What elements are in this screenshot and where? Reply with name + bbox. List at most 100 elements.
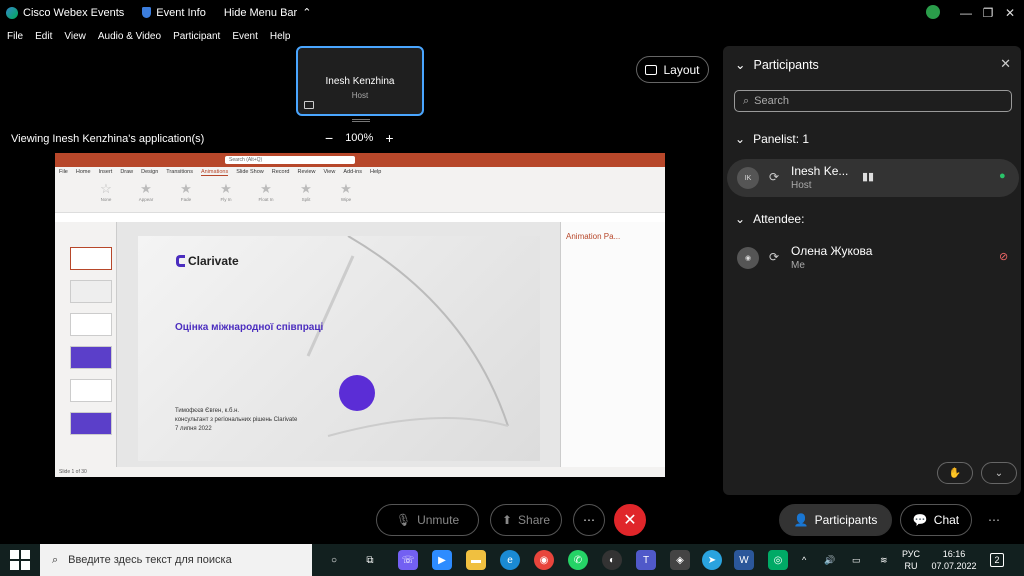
participants-panel: ⌄ Participants ✕ ⌕ Search ⌄ Panelist: 1 … bbox=[723, 46, 1021, 495]
language-indicator[interactable]: РУС RU bbox=[902, 544, 920, 576]
slide-thumbnail bbox=[70, 313, 112, 336]
ppt-animation-label: Wipe bbox=[340, 197, 352, 202]
close-window-icon[interactable]: ✕ bbox=[990, 0, 1024, 25]
participants-header: ⌄ Participants bbox=[735, 57, 819, 73]
chat-button[interactable]: 💬 Chat bbox=[900, 504, 972, 536]
event-info-button[interactable]: Event Info bbox=[142, 7, 206, 19]
slide-author: Тимофєєв Євген, к.б.н. bbox=[175, 408, 240, 414]
layout-button[interactable]: Layout bbox=[636, 56, 709, 83]
close-panel-icon[interactable]: ✕ bbox=[1000, 56, 1011, 72]
viber-icon[interactable]: ☏ bbox=[398, 550, 418, 570]
leave-button[interactable]: ✕ bbox=[614, 504, 646, 536]
chevron-down-icon: ⌄ bbox=[735, 212, 746, 226]
unmute-button[interactable]: 🎙 Unmute bbox=[376, 504, 479, 536]
whatsapp-icon[interactable]: ✆ bbox=[568, 550, 588, 570]
chevron-up-icon: ⌃ bbox=[302, 7, 312, 19]
teams-icon[interactable]: T bbox=[636, 550, 656, 570]
ppt-menu-item: Transitions bbox=[166, 169, 193, 175]
viewing-label: Viewing Inesh Kenzhina's application(s) bbox=[11, 133, 205, 145]
slide-info: Тимофєєв Євген, к.б.н. консультант з рег… bbox=[175, 407, 297, 434]
microphone-muted-icon[interactable]: ⊘ bbox=[999, 250, 1008, 263]
host-video-tile[interactable]: Inesh Kenzhina Host bbox=[296, 46, 424, 116]
participants-label: Participants bbox=[814, 513, 878, 527]
slide-author-role: консультант з регіональних рішень Clariv… bbox=[175, 417, 298, 423]
search-placeholder: Search bbox=[754, 95, 790, 107]
layout-label: Layout bbox=[663, 62, 700, 77]
windows-start-icon[interactable] bbox=[10, 550, 30, 570]
language-code: РУС bbox=[902, 549, 921, 559]
ppt-animation: ★ Wipe bbox=[335, 181, 357, 202]
tray-chevron-icon[interactable]: ^ bbox=[802, 544, 806, 576]
hide-menu-bar-button[interactable]: Hide Menu Bar ⌃ bbox=[224, 6, 312, 20]
menu-edit[interactable]: Edit bbox=[35, 31, 52, 42]
layout-icon bbox=[645, 64, 658, 75]
ppt-animation: ★ Split bbox=[295, 181, 317, 202]
sync-icon: ⟳ bbox=[769, 250, 780, 264]
menu-audio-video[interactable]: Audio & Video bbox=[98, 31, 161, 42]
ppt-menu-item: Help bbox=[370, 169, 382, 175]
task-view-icon[interactable]: ⧉ bbox=[360, 550, 380, 570]
menu-view[interactable]: View bbox=[64, 31, 86, 42]
more-options-icon[interactable]: ⋯ bbox=[982, 504, 1006, 536]
app-icon[interactable]: ◈ bbox=[670, 550, 690, 570]
menu-file[interactable]: File bbox=[7, 31, 23, 42]
notifications-icon[interactable]: 2 bbox=[990, 544, 1004, 576]
zoom-icon[interactable]: ▶ bbox=[432, 550, 452, 570]
edge-icon[interactable]: e bbox=[500, 550, 520, 570]
taskbar-search-placeholder: Введите здесь текст для поиска bbox=[68, 554, 232, 566]
ppt-menu-item: Record bbox=[271, 169, 290, 175]
participant-search-input[interactable]: ⌕ Search bbox=[734, 90, 1012, 112]
app-icon[interactable]: ◐ bbox=[602, 550, 622, 570]
clarivate-logo-icon bbox=[176, 255, 185, 267]
more-button[interactable]: ⋯ bbox=[573, 504, 605, 536]
webex-taskbar-icon[interactable]: ◎ bbox=[768, 550, 788, 570]
host-name: Inesh Kenzhina bbox=[325, 76, 395, 87]
participants-title: Participants bbox=[753, 57, 819, 72]
zoom-out-button[interactable]: − bbox=[325, 130, 333, 146]
share-icon: ⬆ bbox=[501, 513, 513, 527]
star-icon: ★ bbox=[140, 181, 152, 196]
cortana-icon[interactable]: ○ bbox=[324, 550, 344, 570]
clock[interactable]: 16:16 07.07.2022 bbox=[930, 544, 978, 576]
attendee-section-header[interactable]: ⌄ Attendee: bbox=[735, 212, 804, 226]
ppt-search: Search (Alt+Q) bbox=[225, 156, 355, 164]
avatar: IK bbox=[737, 167, 759, 189]
menu-participant[interactable]: Participant bbox=[173, 31, 220, 42]
volume-icon[interactable]: 🔊 bbox=[824, 544, 835, 576]
panelist-row[interactable]: IK ⟳ Inesh Ke... Host ▮▮ ● bbox=[727, 159, 1019, 197]
panelist-section-header[interactable]: ⌄ Panelist: 1 bbox=[735, 132, 809, 146]
clarivate-logo-text: Clarivate bbox=[188, 254, 239, 268]
ppt-menu-item: Draw bbox=[120, 169, 134, 175]
app-title: Cisco Webex Events bbox=[0, 6, 124, 19]
participants-button[interactable]: 👤 Participants bbox=[779, 504, 892, 536]
ppt-menu-item: Animations bbox=[200, 168, 229, 176]
network-health-icon[interactable] bbox=[926, 5, 940, 19]
notification-count: 2 bbox=[990, 553, 1004, 567]
taskbar-search-input[interactable]: ⌕ Введите здесь текст для поиска bbox=[40, 544, 312, 576]
telegram-icon[interactable]: ➤ bbox=[702, 550, 722, 570]
tile-resize-handle[interactable] bbox=[352, 119, 370, 122]
attendee-row[interactable]: ◉ ⟳ Олена Жукова Me ⊘ bbox=[727, 239, 1019, 277]
battery-icon[interactable]: ▭ bbox=[852, 544, 861, 576]
wifi-icon[interactable]: ≋ bbox=[880, 544, 888, 576]
chevron-down-icon: ⌄ bbox=[735, 132, 746, 146]
menu-bar: File Edit View Audio & Video Participant… bbox=[0, 26, 295, 46]
ppt-animation: ☆ None bbox=[95, 181, 117, 202]
more-options-button[interactable]: ⌄ bbox=[981, 462, 1017, 484]
raise-hand-button[interactable]: ✋ bbox=[937, 462, 973, 484]
word-icon[interactable]: W bbox=[734, 550, 754, 570]
ppt-animation-label: Fade bbox=[180, 197, 192, 202]
chrome-icon[interactable]: ◉ bbox=[534, 550, 554, 570]
zoom-in-button[interactable]: + bbox=[385, 130, 393, 146]
menu-event[interactable]: Event bbox=[232, 31, 258, 42]
file-explorer-icon[interactable]: ▬ bbox=[466, 550, 486, 570]
share-button[interactable]: ⬆ Share bbox=[490, 504, 562, 536]
ppt-animation: ★ Fly In bbox=[215, 181, 237, 202]
panelist-count: Panelist: 1 bbox=[753, 132, 810, 146]
avatar: ◉ bbox=[737, 247, 759, 269]
menu-help[interactable]: Help bbox=[270, 31, 291, 42]
shared-application[interactable]: Search (Alt+Q) File Home Insert Draw Des… bbox=[55, 153, 665, 477]
ppt-animation: ★ Fade bbox=[175, 181, 197, 202]
chevron-down-icon[interactable]: ⌄ bbox=[735, 57, 745, 72]
microphone-icon[interactable]: ● bbox=[999, 170, 1006, 182]
